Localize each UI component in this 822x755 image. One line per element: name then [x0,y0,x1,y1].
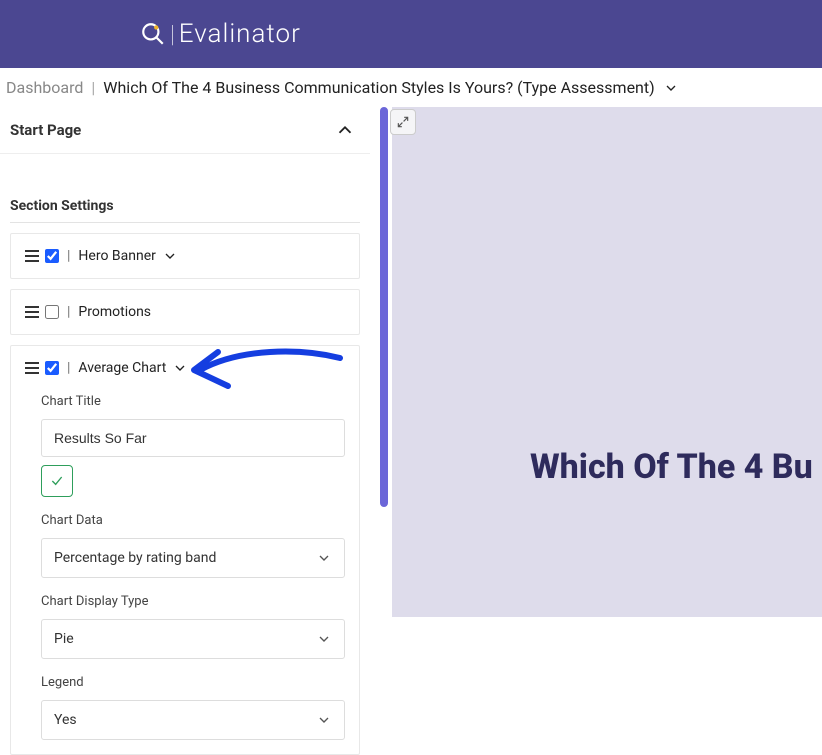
chart-display-label: Chart Display Type [41,594,345,609]
settings-panel: Start Page Section Settings | Hero Banne… [0,107,370,750]
chevron-up-icon [334,119,356,141]
chevron-down-icon[interactable] [172,360,188,376]
expand-preview-button[interactable] [390,109,416,135]
divider: | [170,20,175,48]
brand-logo[interactable]: | Evalinator [140,19,301,49]
check-icon [49,473,65,489]
legend-label: Legend [41,675,345,690]
chevron-down-icon[interactable] [162,248,178,264]
chart-display-value: Pie [54,631,74,647]
breadcrumb-separator: | [91,78,95,97]
breadcrumb-dashboard[interactable]: Dashboard [6,78,83,97]
preview-lower [392,617,822,750]
save-chart-title-button[interactable] [41,465,73,497]
chart-title-input[interactable] [41,419,345,457]
accordion-title: Start Page [10,121,81,139]
section-card-promotions: | Promotions [10,289,360,335]
chart-data-value: Percentage by rating band [54,550,216,566]
chevron-down-icon [316,550,332,566]
legend-value: Yes [54,712,77,728]
toggle-average-chart[interactable] [45,361,59,375]
chevron-down-icon [316,631,332,647]
search-icon [140,21,166,47]
brand-name: Evalinator [179,19,301,49]
breadcrumb-title[interactable]: Which Of The 4 Business Communication St… [103,78,654,97]
chart-data-label: Chart Data [41,513,345,528]
chart-display-select[interactable]: Pie [41,619,345,659]
toggle-hero-banner[interactable] [45,249,59,263]
chevron-down-icon [316,712,332,728]
section-card-average-chart: | Average Chart Chart Title Chart Data [10,345,360,755]
drag-handle-icon[interactable] [25,362,39,374]
section-label-average-chart: Average Chart [78,360,166,376]
chart-title-label: Chart Title [41,394,345,409]
breadcrumb: Dashboard | Which Of The 4 Business Comm… [0,68,822,107]
drag-handle-icon[interactable] [25,306,39,318]
chevron-down-icon[interactable] [663,80,679,96]
section-settings-label: Section Settings [10,154,360,223]
accordion-start-page[interactable]: Start Page [0,107,370,154]
toggle-promotions[interactable] [45,305,59,319]
preview-heading: Which Of The 4 Bu [530,447,813,487]
chart-data-select[interactable]: Percentage by rating band [41,538,345,578]
preview-panel: Which Of The 4 Bu [370,107,822,750]
section-label-hero: Hero Banner [78,248,155,264]
section-card-hero-banner: | Hero Banner [10,233,360,279]
preview-canvas [392,107,822,617]
expand-icon [396,115,410,129]
app-header: | Evalinator [0,0,822,68]
section-label-promotions: Promotions [78,304,151,320]
scrollbar[interactable] [380,107,388,507]
legend-select[interactable]: Yes [41,700,345,740]
drag-handle-icon[interactable] [25,250,39,262]
